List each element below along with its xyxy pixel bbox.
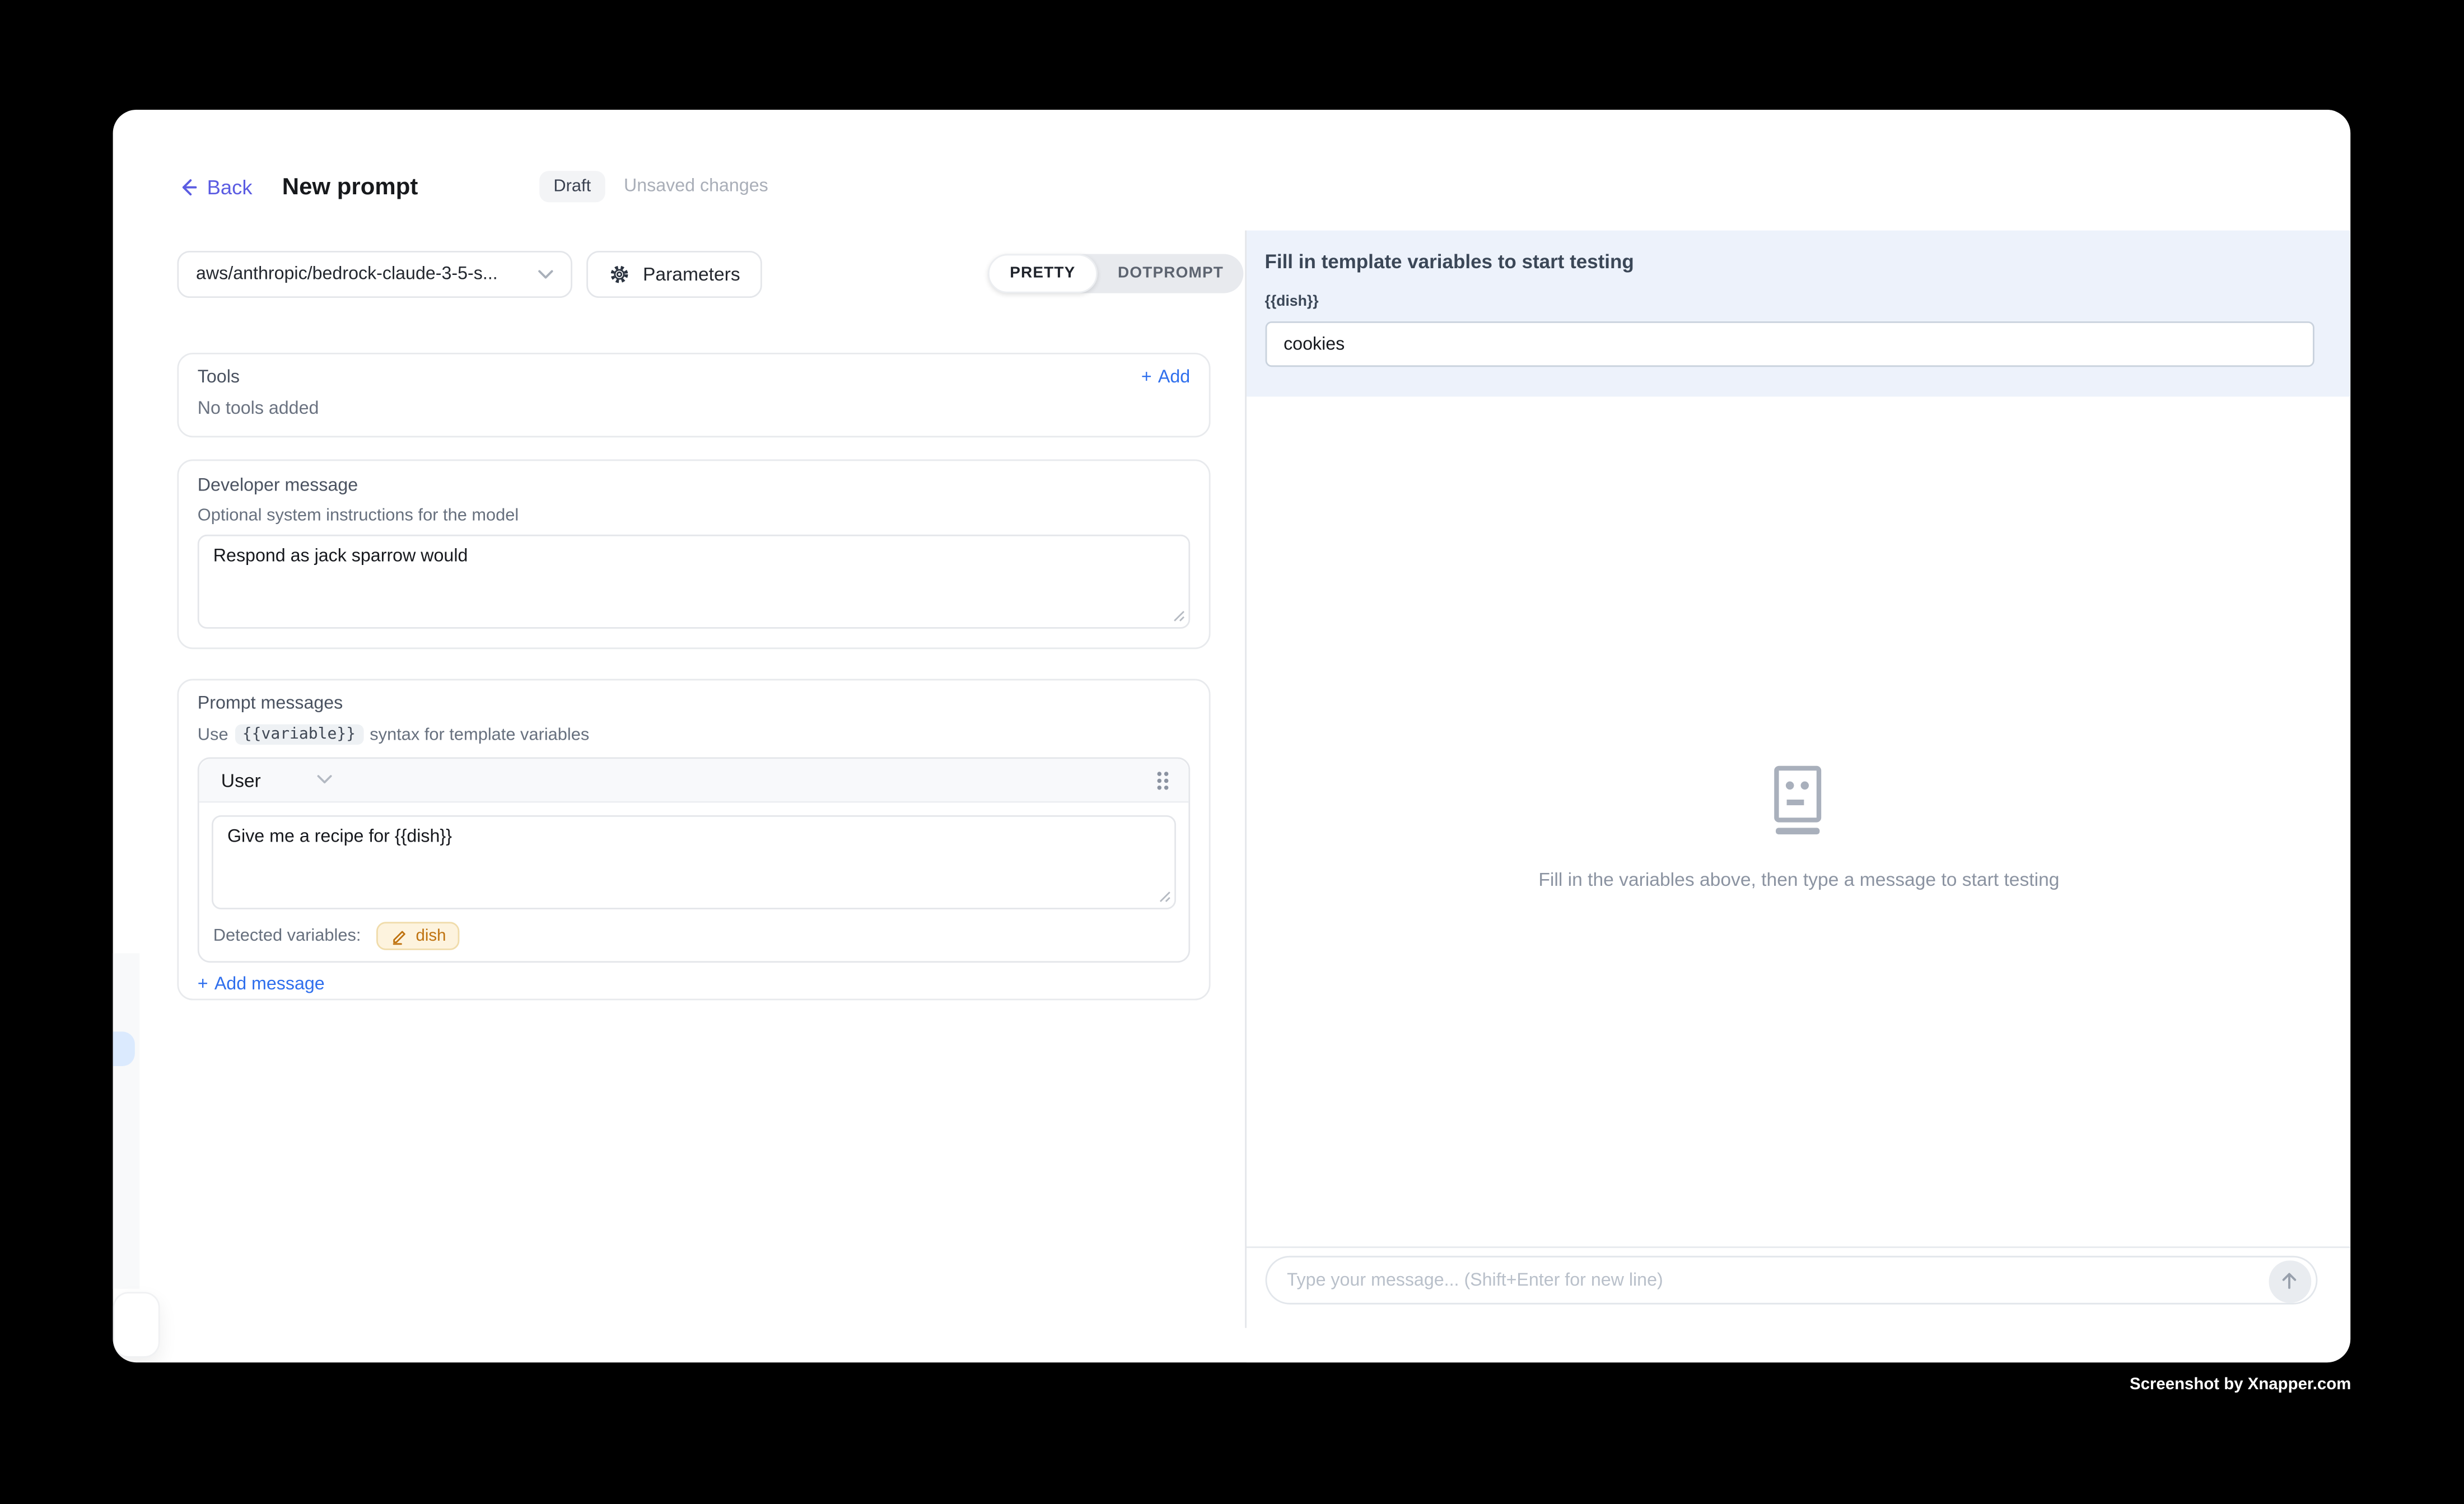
detected-variables-label: Detected variables:: [213, 927, 361, 946]
chat-empty-text: Fill in the variables above, then type a…: [1538, 868, 2059, 890]
message-header: User: [199, 759, 1189, 802]
robot-icon: [1767, 765, 1830, 837]
add-message-button[interactable]: + Add message: [198, 975, 325, 994]
tools-title: Tools: [198, 368, 240, 387]
variable-badge[interactable]: dish: [376, 922, 460, 950]
variable-value-input[interactable]: [1264, 321, 2314, 367]
test-panel-title: Fill in template variables to start test…: [1264, 251, 2314, 273]
add-tool-label: Add: [1158, 368, 1190, 387]
model-selector[interactable]: aws/anthropic/bedrock-claude-3-5-s...: [177, 251, 572, 298]
developer-message-title: Developer message: [198, 477, 1190, 496]
chat-input-container: [1264, 1256, 2317, 1305]
chat-empty-state: Fill in the variables above, then type a…: [1247, 765, 2351, 890]
parameters-button[interactable]: Parameters: [586, 251, 762, 298]
pencil-icon: [391, 927, 408, 945]
background-sidebar-strip: [113, 953, 140, 1288]
back-arrow-icon: [177, 177, 197, 197]
message-block: User Give me a recipe for {{dish}}: [198, 757, 1190, 963]
back-button[interactable]: Back: [177, 176, 252, 199]
drag-handle-icon[interactable]: [1154, 769, 1172, 791]
background-floating-box: [113, 1292, 160, 1358]
resize-handle-icon[interactable]: [1159, 890, 1171, 903]
developer-message-subtitle: Optional system instructions for the mod…: [198, 506, 1190, 525]
add-message-label: Add message: [214, 975, 325, 994]
template-hint: Use {{variable}} syntax for template var…: [198, 725, 1190, 745]
developer-message-textarea[interactable]: Respond as jack sparrow would: [198, 535, 1190, 629]
developer-message-card: Developer message Optional system instru…: [177, 459, 1210, 649]
message-input[interactable]: [1266, 1258, 2315, 1303]
header-status: Draft Unsaved changes: [539, 171, 768, 202]
watermark: Screenshot by Xnapper.com: [2130, 1375, 2351, 1394]
view-toggle: PRETTY DOTPROMPT: [988, 254, 1244, 293]
variable-name-label: {{dish}}: [1264, 293, 2314, 311]
hint-use: Use: [198, 725, 228, 744]
unsaved-changes-label: Unsaved changes: [624, 177, 768, 196]
send-button[interactable]: [2269, 1260, 2311, 1302]
app-window: Back New prompt Draft Unsaved changes Ge…: [113, 110, 2351, 1362]
plus-icon: +: [1141, 368, 1152, 387]
tools-empty-text: No tools added: [198, 400, 1190, 419]
draft-badge: Draft: [539, 171, 605, 202]
parameters-label: Parameters: [643, 263, 740, 285]
role-label: User: [221, 769, 261, 791]
plus-icon: +: [198, 975, 208, 994]
chevron-down-icon: [538, 269, 553, 280]
variable-badge-label: dish: [416, 927, 446, 946]
back-label: Back: [207, 176, 253, 199]
resize-handle-icon[interactable]: [1173, 610, 1185, 622]
test-panel: Fill in template variables to start test…: [1247, 110, 2351, 1362]
variable-syntax-chip: {{variable}}: [235, 725, 363, 745]
chat-footer-divider: [1247, 1246, 2351, 1248]
page-title: New prompt: [282, 174, 418, 201]
add-tool-button[interactable]: + Add: [1141, 368, 1190, 387]
screenshot-stage: Back New prompt Draft Unsaved changes Ge…: [0, 0, 2464, 1504]
message-textarea[interactable]: Give me a recipe for {{dish}}: [212, 815, 1176, 909]
header-left: Back New prompt: [177, 174, 418, 201]
template-variables-section: Fill in template variables to start test…: [1247, 231, 2351, 397]
toggle-option-pretty[interactable]: PRETTY: [988, 254, 1098, 293]
model-selector-value: aws/anthropic/bedrock-claude-3-5-s...: [196, 265, 498, 284]
send-arrow-icon: [2279, 1271, 2300, 1292]
prompt-messages-title: Prompt messages: [198, 694, 1190, 713]
detected-variables-row: Detected variables: dish: [212, 922, 1176, 950]
prompt-messages-card: Prompt messages Use {{variable}} syntax …: [177, 679, 1210, 1000]
toggle-option-dotprompt[interactable]: DOTPROMPT: [1098, 254, 1244, 293]
role-select[interactable]: User: [221, 769, 333, 791]
hint-rest: syntax for template variables: [370, 725, 589, 744]
gear-icon: [608, 263, 630, 285]
tools-card: Tools + Add No tools added: [177, 353, 1210, 437]
sidebar-active-item[interactable]: [113, 1031, 135, 1066]
chevron-down-icon: [318, 774, 333, 786]
